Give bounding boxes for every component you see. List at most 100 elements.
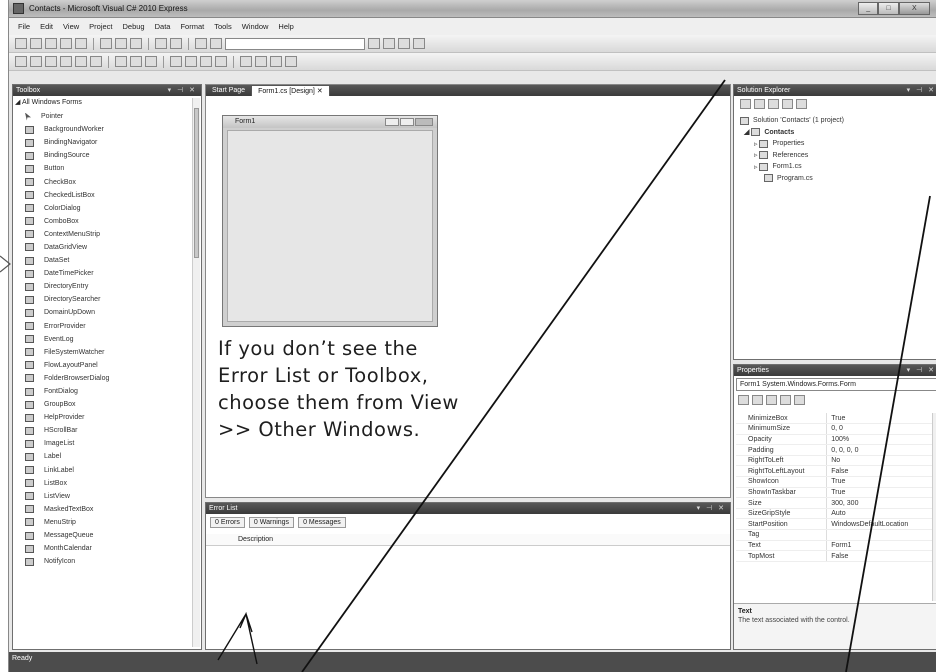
toolbox-item[interactable]: Button [13,162,191,175]
toolbox-item[interactable]: FileSystemWatcher [13,346,191,359]
bring-to-front-icon[interactable] [270,56,282,67]
toolbox-item[interactable]: ErrorProvider [13,320,191,333]
menu-edit[interactable]: Edit [35,22,58,31]
send-to-back-icon[interactable] [285,56,297,67]
properties-view-icon[interactable] [766,395,777,405]
property-row[interactable]: Size 300, 300 [736,497,932,509]
decrease-spacing-icon[interactable] [200,56,212,67]
toolbox-item[interactable]: ListView [13,490,191,503]
align-rights-icon[interactable] [45,56,57,67]
property-row[interactable]: Text Form1 [736,540,932,552]
copy-icon[interactable] [115,38,127,49]
show-all-files-icon[interactable] [754,99,765,109]
form-designer[interactable]: Form1 [222,115,438,327]
make-same-size-icon[interactable] [145,56,157,67]
menu-window[interactable]: Window [237,22,274,31]
property-value[interactable]: False [826,550,932,562]
toolbox-item[interactable]: HScrollBar [13,424,191,437]
toolbox-item[interactable]: ColorDialog [13,202,191,215]
paste-icon[interactable] [130,38,142,49]
add-item-icon[interactable] [45,38,57,49]
toolbox-item[interactable]: ComboBox [13,215,191,228]
make-same-height-icon[interactable] [130,56,142,67]
center-vertically-icon[interactable] [255,56,267,67]
toolbox-item[interactable]: DirectoryEntry [13,280,191,293]
property-value[interactable] [826,529,932,541]
toolbox-item[interactable]: NotifyIcon [13,555,191,568]
panel-buttons[interactable]: ▾ ⊣ ✕ [907,365,936,376]
object-selector[interactable]: Form1 System.Windows.Forms.Form [736,378,936,391]
menu-view[interactable]: View [58,22,84,31]
align-tops-icon[interactable] [60,56,72,67]
align-bottoms-icon[interactable] [90,56,102,67]
messages-filter-button[interactable]: 0 Messages [298,517,346,528]
toolbox-item[interactable]: Pointer [13,110,191,123]
horizontal-spacing-icon[interactable] [170,56,182,67]
menu-help[interactable]: Help [273,22,298,31]
toolbox-item[interactable]: CheckedListBox [13,189,191,202]
properties-icon[interactable] [740,99,751,109]
alphabetical-icon[interactable] [752,395,763,405]
property-value[interactable]: No [826,455,932,467]
toolbox-item[interactable]: MenuStrip [13,516,191,529]
tree-item-references[interactable]: ▹ References [740,150,844,162]
property-row[interactable]: RightToLeftLayout False [736,465,932,478]
tree-item-properties[interactable]: ▹ Properties [740,138,844,150]
toolbox-item[interactable]: HelpProvider [13,411,191,424]
panel-buttons[interactable]: ▾ ⊣ ✕ [697,503,726,514]
align-middles-icon[interactable] [75,56,87,67]
solution-explorer-icon[interactable] [383,38,395,49]
form-client-area[interactable] [227,130,433,322]
property-row[interactable]: Opacity 100% [736,434,932,446]
toolbox-item[interactable]: DataSet [13,254,191,267]
property-pages-icon[interactable] [794,395,805,405]
toolbox-item[interactable]: FontDialog [13,385,191,398]
property-row[interactable]: SizeGripStyle Auto [736,508,932,520]
property-row[interactable]: Padding 0, 0, 0, 0 [736,444,932,456]
tab-start-page[interactable]: Start Page [206,85,251,96]
make-same-width-icon[interactable] [115,56,127,67]
open-file-icon[interactable] [30,38,42,49]
menu-debug[interactable]: Debug [118,22,150,31]
property-value[interactable]: 100% [826,434,932,446]
toolbox-item[interactable]: GroupBox [13,398,191,411]
panel-buttons[interactable]: ▾ ⊣ ✕ [907,85,936,96]
remove-spacing-icon[interactable] [215,56,227,67]
toolbox-item[interactable]: Label [13,450,191,463]
refresh-icon[interactable] [768,99,779,109]
increase-spacing-icon[interactable] [185,56,197,67]
save-icon[interactable] [60,38,72,49]
menu-file[interactable]: File [13,22,35,31]
property-value[interactable]: False [826,465,932,478]
property-value[interactable]: 300, 300 [826,497,932,509]
find-combo[interactable] [225,37,365,50]
menu-data[interactable]: Data [150,22,176,31]
toolbox-item[interactable]: MessageQueue [13,529,191,542]
categorized-icon[interactable] [738,395,749,405]
scroll-thumb[interactable] [194,108,199,258]
toolbox-group[interactable]: ◢ All Windows Forms [15,98,82,106]
tab-form-design[interactable]: Form1.cs [Design] ✕ [251,85,330,96]
toolbox-item[interactable]: DirectorySearcher [13,293,191,306]
toolbox-item[interactable]: ImageList [13,437,191,450]
toolbox-item[interactable]: FolderBrowserDialog [13,372,191,385]
description-column-header[interactable]: Description [206,534,730,546]
panel-buttons[interactable]: ▾ ⊣ ✕ [168,85,197,96]
property-grid-scrollbar[interactable] [932,413,936,601]
align-centers-icon[interactable] [30,56,42,67]
menu-format[interactable]: Format [175,22,209,31]
properties-icon[interactable] [398,38,410,49]
property-value[interactable]: 0, 0 [826,423,932,435]
property-row[interactable]: MinimumSize 0, 0 [736,423,932,435]
property-value[interactable]: True [826,487,932,499]
events-icon[interactable] [780,395,791,405]
toolbox-item[interactable]: CheckBox [13,175,191,188]
property-value[interactable]: True [826,413,932,425]
redo-icon[interactable] [170,38,182,49]
property-row[interactable]: ShowInTaskbar True [736,487,932,499]
property-value[interactable]: True [826,476,932,488]
tree-item-project[interactable]: ◢ Contacts [740,127,844,139]
view-designer-icon[interactable] [796,99,807,109]
close-button[interactable]: X [898,2,930,15]
toolbox-item[interactable]: MonthCalendar [13,542,191,555]
